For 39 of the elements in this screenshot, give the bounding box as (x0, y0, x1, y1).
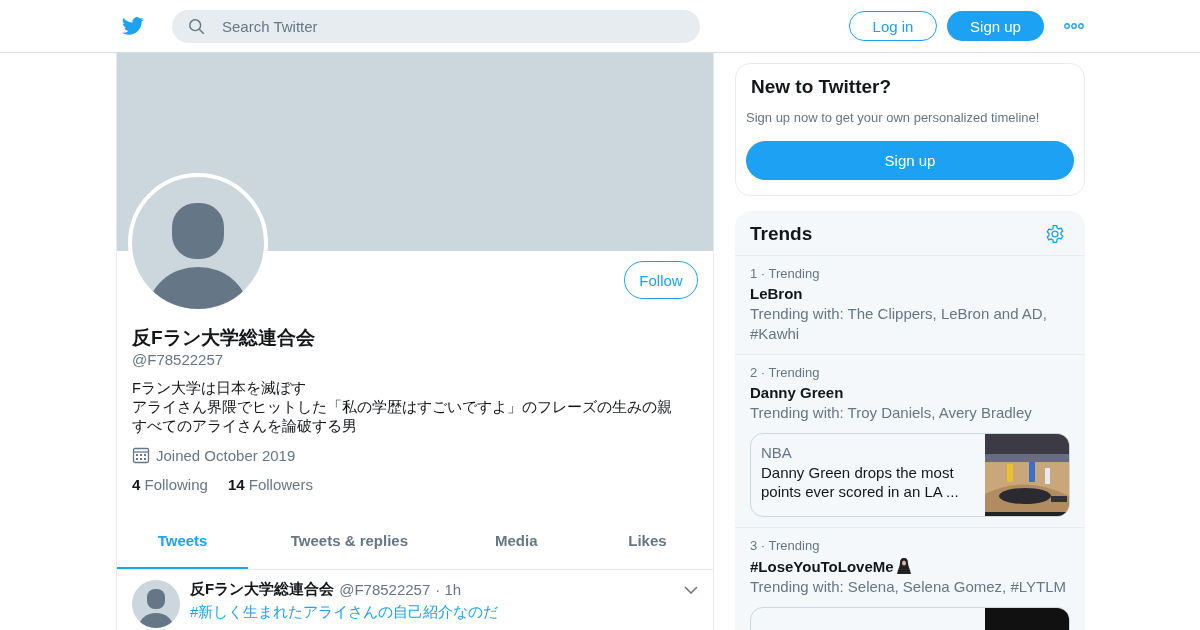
card-title: New to Twitter? (750, 76, 893, 98)
tweet-author[interactable]: 反Fラン大学総連合会 (190, 580, 335, 599)
news-source: NBA (761, 444, 793, 461)
card-text: Sign up now to get your own personalized timeline! (746, 110, 1041, 125)
followers-link[interactable]: 14 Followers (227, 476, 313, 493)
tweet-handle: @F78522257 (339, 581, 431, 598)
log-in-button[interactable]: Log in (849, 11, 937, 41)
join-date: Joined October 2019 (156, 446, 296, 464)
follow-button[interactable]: Follow (624, 261, 698, 299)
trend-name[interactable]: #LoseYouToLoveMe (750, 557, 894, 575)
calendar-icon (132, 446, 150, 464)
trend-related: Trending with: Troy Daniels, Avery Bradley (750, 403, 1033, 423)
tweet-time: · 1h (435, 581, 462, 598)
news-card[interactable]: NBA Danny Green drops the most points ever scored in an LA ... (750, 433, 1070, 517)
bio-line: すべてのアライさんを論破する男 (132, 417, 358, 436)
sign-up-button[interactable]: Sign up (746, 141, 1074, 180)
trend-name[interactable]: Danny Green (750, 384, 844, 401)
profile-handle: @F78522257 (132, 351, 225, 368)
trend-name[interactable]: LeBron (750, 285, 803, 302)
settings-icon[interactable] (1045, 224, 1065, 244)
following-link[interactable]: 4 Following (132, 476, 208, 493)
chevron-icon[interactable] (684, 585, 698, 594)
tweet-text[interactable]: #新しく生まれたアライさんの自己紹介なのだ (190, 603, 698, 622)
trend-context: 3 · Trending (750, 538, 821, 553)
trend-related: Trending with: Selena, Selena Gomez, #LYTLM (750, 577, 1067, 597)
trend-context: 2 · Trending (750, 365, 821, 380)
more-icon[interactable] (1064, 23, 1084, 29)
bird-logo-icon[interactable] (120, 15, 146, 37)
news-headline: Danny Green drops the most points ever scored in an LA ... (761, 463, 960, 501)
search-field[interactable]: Search Twitter (172, 9, 700, 43)
avatar-icon (132, 580, 180, 628)
bio-line: アライさん界隈でヒットした「私の学歴はすごいですよ」のフレーズの生みの親 (132, 398, 673, 417)
sign-up-button[interactable]: Sign up (947, 11, 1044, 41)
trends-title: Trends (750, 223, 813, 245)
person-icon (895, 557, 912, 575)
trend-related: Trending with: The Clippers, LeBron and AD, #Kawhi (750, 304, 1048, 344)
profile-name: 反Fラン大学総連合会 (132, 326, 316, 350)
bio-line: Fラン大学は日本を滅ぼす (132, 379, 307, 398)
trend-context: 1 · Trending (750, 266, 821, 281)
